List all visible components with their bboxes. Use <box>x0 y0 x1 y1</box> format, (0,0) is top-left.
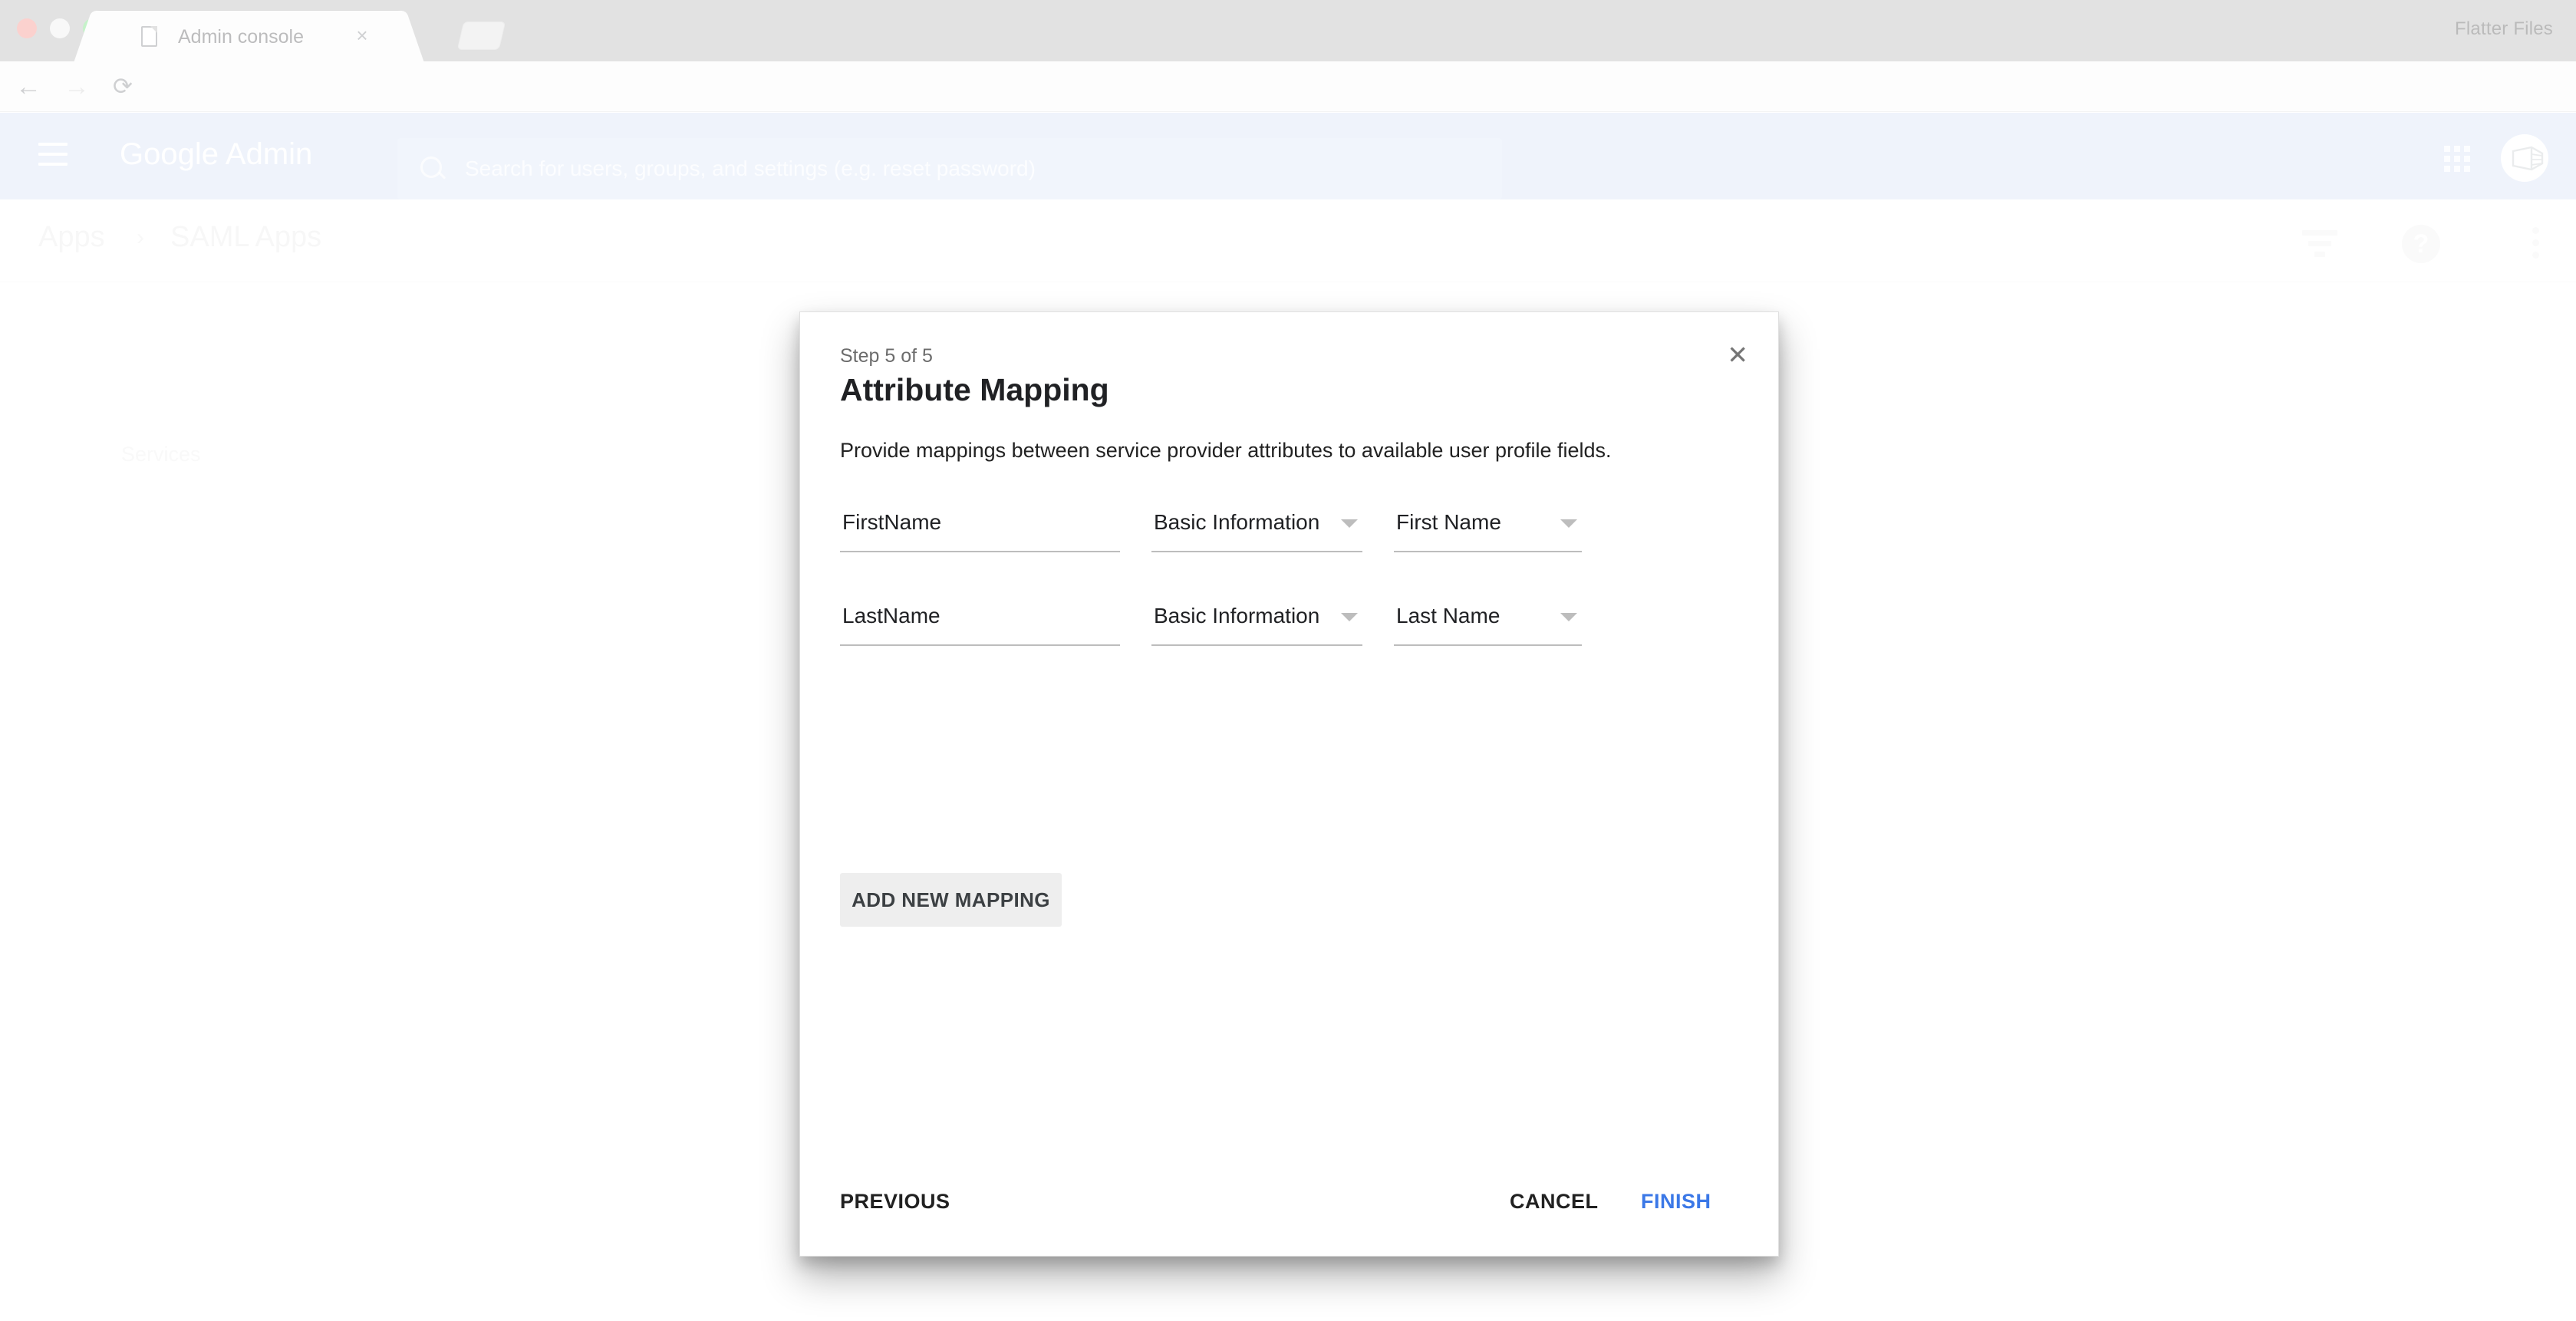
profile-field-select[interactable]: Last Name <box>1394 594 1582 646</box>
dialog-title: Attribute Mapping <box>840 372 1109 407</box>
chevron-down-icon <box>1560 519 1577 528</box>
category-value: Basic Information <box>1154 604 1320 628</box>
chevron-down-icon <box>1341 613 1358 621</box>
profile-field-select[interactable]: First Name <box>1394 500 1582 552</box>
attribute-name-input[interactable]: LastName <box>840 594 1120 646</box>
mapping-row: LastName Basic Information Last Name <box>840 594 1745 663</box>
category-select[interactable]: Basic Information <box>1151 594 1362 646</box>
attribute-name-value: FirstName <box>842 510 942 534</box>
category-select[interactable]: Basic Information <box>1151 500 1362 552</box>
cancel-button[interactable]: CANCEL <box>1510 1190 1599 1214</box>
add-new-mapping-button[interactable]: ADD NEW MAPPING <box>840 873 1062 927</box>
profile-field-value: Last Name <box>1396 604 1500 628</box>
dialog-description: Provide mappings between service provide… <box>840 439 1612 462</box>
attribute-mapping-dialog: ✕ Step 5 of 5 Attribute Mapping Provide … <box>799 311 1779 1257</box>
chevron-down-icon <box>1560 613 1577 621</box>
dialog-footer: PREVIOUS CANCEL FINISH <box>800 1156 1780 1256</box>
close-icon[interactable]: ✕ <box>1727 342 1748 367</box>
chevron-down-icon <box>1341 519 1358 528</box>
profile-field-value: First Name <box>1396 510 1501 534</box>
mapping-row: FirstName Basic Information First Name <box>840 500 1745 569</box>
attribute-name-value: LastName <box>842 604 940 628</box>
previous-button[interactable]: PREVIOUS <box>840 1190 950 1214</box>
category-value: Basic Information <box>1154 510 1320 534</box>
finish-button[interactable]: FINISH <box>1641 1190 1711 1214</box>
step-indicator: Step 5 of 5 <box>840 345 933 367</box>
attribute-name-input[interactable]: FirstName <box>840 500 1120 552</box>
